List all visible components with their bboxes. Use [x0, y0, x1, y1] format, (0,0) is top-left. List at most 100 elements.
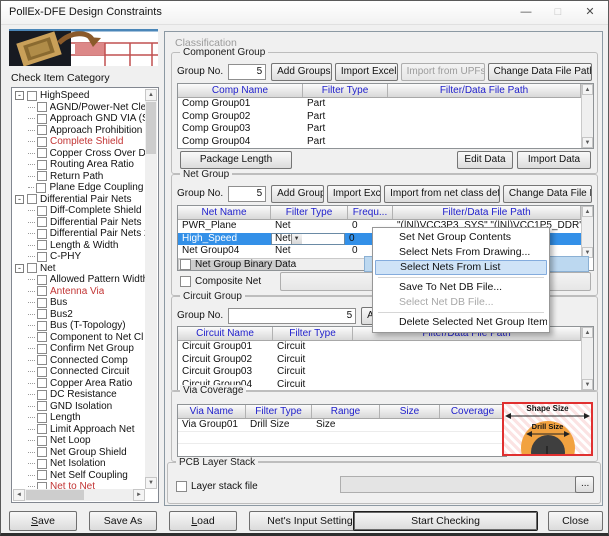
tree-item-label[interactable]: Connected Circuit: [50, 366, 129, 377]
tree-item-label[interactable]: Diff-Complete Shield: [50, 205, 142, 216]
close-dialog-button[interactable]: Close: [548, 511, 603, 531]
tree-item-checkbox[interactable]: [37, 160, 47, 170]
tree-item[interactable]: - Net Isolation: [13, 458, 145, 470]
scroll-up-icon[interactable]: ▲: [582, 84, 593, 95]
tree-item-checkbox[interactable]: [27, 91, 37, 101]
tree-item[interactable]: - Length & Width: [13, 240, 145, 252]
tree-item-label[interactable]: Net Isolation: [50, 458, 106, 469]
scroll-up-icon[interactable]: ▲: [582, 327, 593, 338]
tree-item[interactable]: - Plane Edge Coupling C: [13, 182, 145, 194]
minimize-button[interactable]: —: [516, 4, 536, 20]
table-row[interactable]: [178, 444, 506, 456]
context-menu-item[interactable]: Select Net DB File...: [375, 295, 547, 310]
tree-item[interactable]: - Length: [13, 412, 145, 424]
filter-type-combobox[interactable]: Net▼: [271, 233, 345, 245]
tree-item[interactable]: - Return Path: [13, 171, 145, 183]
tree-item[interactable]: - Net Loop: [13, 435, 145, 447]
column-header[interactable]: Filter/Data File Path: [388, 84, 581, 97]
tree-item[interactable]: - Differential Pair Nets 2: [13, 228, 145, 240]
column-header[interactable]: Net Name: [178, 206, 271, 219]
tree-item-checkbox[interactable]: [37, 390, 47, 400]
tree-expander-icon[interactable]: -: [15, 195, 24, 204]
column-header[interactable]: Filter/Data File Path: [393, 206, 581, 219]
tree-item-label[interactable]: Net Loop: [50, 435, 91, 446]
context-menu-item[interactable]: Save To Net DB File...: [375, 280, 547, 295]
change-data-file-path-button[interactable]: Change Data File Path: [488, 63, 592, 81]
tree-item-checkbox[interactable]: [37, 309, 47, 319]
tree-item-checkbox[interactable]: [37, 102, 47, 112]
save-as-button[interactable]: Save As: [89, 511, 157, 531]
column-header[interactable]: Frequ...: [348, 206, 393, 219]
tree-item-checkbox[interactable]: [37, 229, 47, 239]
import-from-upfs-button[interactable]: Import from UPFs: [401, 63, 485, 81]
composite-net-checkbox[interactable]: [180, 276, 191, 287]
scroll-right-icon[interactable]: ►: [133, 489, 145, 501]
column-header[interactable]: Via Name: [178, 405, 246, 418]
tree-item-label[interactable]: Bus (T-Topology): [50, 320, 126, 331]
tree-item-checkbox[interactable]: [37, 355, 47, 365]
table-row[interactable]: Comp Group03 Part: [178, 123, 581, 136]
tree-item[interactable]: - Component to Net Cl: [13, 332, 145, 344]
tree-item-label[interactable]: Approach Prohibition V: [50, 125, 145, 136]
column-header[interactable]: Filter Type: [303, 84, 388, 97]
tree-item[interactable]: - Diff-Complete Shield: [13, 205, 145, 217]
tree-item-checkbox[interactable]: [37, 378, 47, 388]
column-header[interactable]: Filter Type: [271, 206, 348, 219]
start-checking-button[interactable]: Start Checking: [353, 511, 538, 531]
tree-item-checkbox[interactable]: [37, 298, 47, 308]
table-row[interactable]: Comp Group04 Part: [178, 136, 581, 149]
tree-item[interactable]: - Antenna Via: [13, 286, 145, 298]
tree-item-label[interactable]: Complete Shield: [50, 136, 123, 147]
column-header[interactable]: Filter Type: [246, 405, 312, 418]
table-row[interactable]: Circuit Group03 Circuit: [178, 366, 581, 379]
tree-item-label[interactable]: Net Self Coupling: [50, 470, 128, 481]
tree-item[interactable]: - GND Isolation: [13, 401, 145, 413]
net-group-count-field[interactable]: 5: [228, 186, 266, 202]
scroll-down-icon[interactable]: ▼: [145, 477, 157, 489]
tree-item-checkbox[interactable]: [37, 482, 47, 489]
tree-item-label[interactable]: Differential Pair Nets 2: [50, 228, 145, 239]
layer-stack-file-field[interactable]: [340, 476, 576, 493]
browse-button[interactable]: ...: [575, 476, 594, 493]
tree-item[interactable]: - AGND/Power-Net Clea: [13, 102, 145, 114]
tree-item-label[interactable]: Approach GND VIA (S: [50, 113, 145, 124]
column-header[interactable]: Circuit Name: [178, 327, 273, 340]
layer-stack-file-checkbox[interactable]: [176, 481, 187, 492]
column-header[interactable]: Range: [312, 405, 380, 418]
tree-item-checkbox[interactable]: [37, 137, 47, 147]
tree-item[interactable]: - Differential Pair Nets: [13, 217, 145, 229]
tree-item-label[interactable]: Bus2: [50, 309, 73, 320]
scroll-down-icon[interactable]: ▼: [582, 137, 593, 148]
tree-item-label[interactable]: Length: [50, 412, 81, 423]
tree-item[interactable]: - Differential Pair Nets: [13, 194, 145, 206]
context-menu-item[interactable]: Set Net Group Contents: [375, 230, 547, 245]
tree-item-label[interactable]: DC Resistance: [50, 389, 117, 400]
tree-item-checkbox[interactable]: [37, 424, 47, 434]
tree-item-checkbox[interactable]: [37, 436, 47, 446]
tree-item[interactable]: - Complete Shield: [13, 136, 145, 148]
tree-item-label[interactable]: Differential Pair Nets: [40, 194, 132, 205]
tree-item[interactable]: - Copper Cross Over De: [13, 148, 145, 160]
tree-item-label[interactable]: Plane Edge Coupling C: [49, 182, 145, 193]
tree-item-label[interactable]: Net Group Shield: [50, 447, 127, 458]
tree-item-checkbox[interactable]: [37, 367, 47, 377]
tree-item-checkbox[interactable]: [37, 401, 47, 411]
tree-item-checkbox[interactable]: [37, 252, 47, 262]
column-header[interactable]: Filter Type: [273, 327, 353, 340]
tree-item[interactable]: - HighSpeed: [13, 90, 145, 102]
tree-item-checkbox[interactable]: [37, 332, 47, 342]
tree-item-label[interactable]: Net to Net: [50, 481, 95, 489]
table-row[interactable]: Circuit Group02 Circuit: [178, 354, 581, 367]
add-groups-button[interactable]: Add Groups: [271, 63, 332, 81]
column-header[interactable]: Coverage: [440, 405, 506, 418]
package-length-button[interactable]: Package Length: [180, 151, 292, 169]
tree-item[interactable]: - Net to Net: [13, 481, 145, 489]
maximize-button[interactable]: □: [548, 4, 568, 20]
tree-item[interactable]: - Connected Comp: [13, 355, 145, 367]
net-group-binary-data-checkbox[interactable]: [180, 259, 191, 270]
edit-data-button[interactable]: Edit Data: [457, 151, 513, 169]
tree-item-checkbox[interactable]: [37, 206, 47, 216]
tree-vertical-scrollbar[interactable]: ▲ ▼: [145, 89, 157, 489]
tree-item[interactable]: - C-PHY: [13, 251, 145, 263]
scroll-up-icon[interactable]: ▲: [145, 89, 157, 101]
